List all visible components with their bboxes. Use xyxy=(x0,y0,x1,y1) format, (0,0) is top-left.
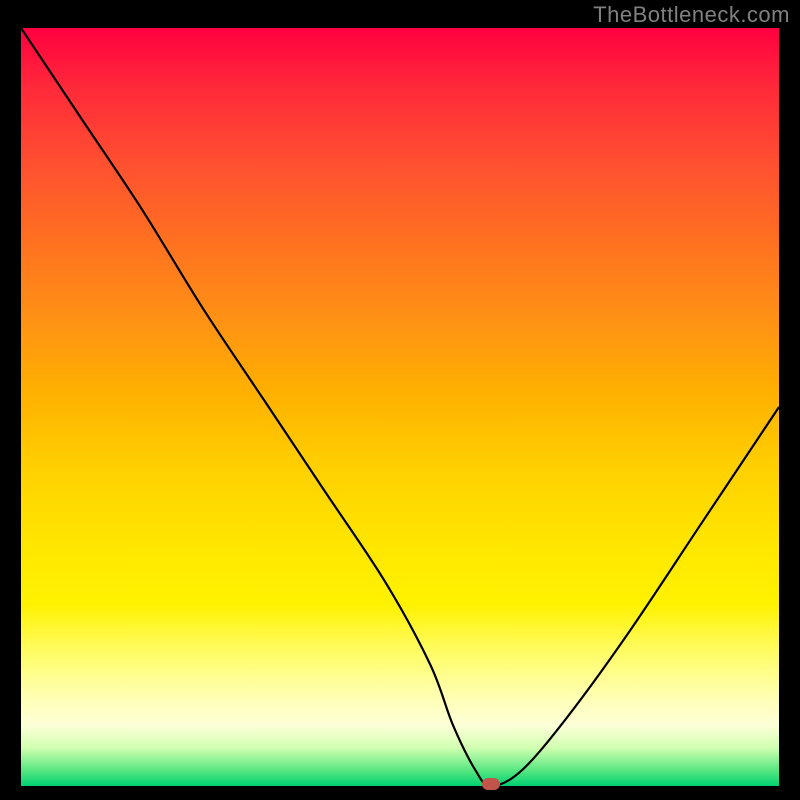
bottleneck-curve xyxy=(21,28,779,786)
curve-path xyxy=(21,28,779,786)
optimal-point-marker xyxy=(482,778,500,790)
chart-frame: TheBottleneck.com xyxy=(0,0,800,800)
plot-area xyxy=(21,28,779,786)
watermark-text: TheBottleneck.com xyxy=(593,2,790,28)
